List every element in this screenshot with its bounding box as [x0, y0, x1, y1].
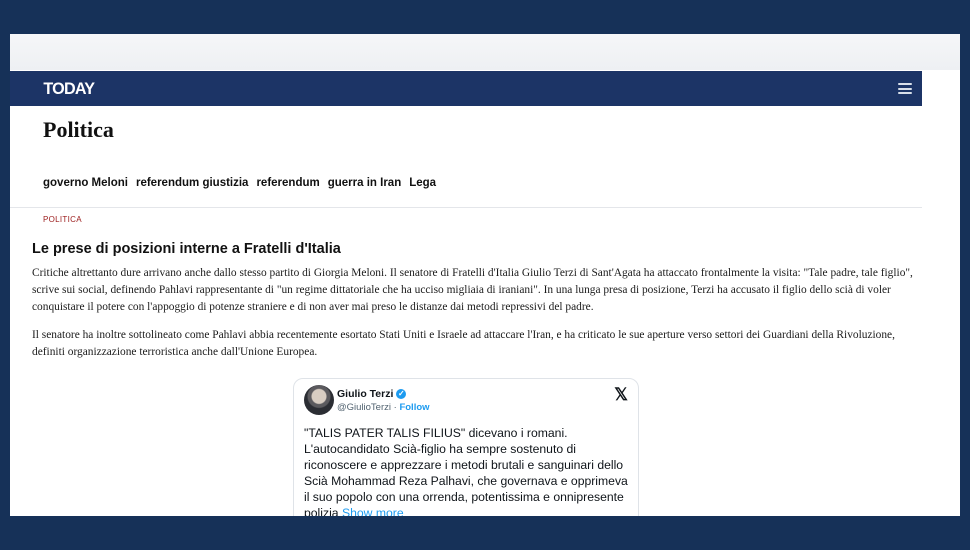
tweet-author[interactable]: Giulio Terzi ✓ — [337, 388, 407, 400]
tag-referendum-giustizia[interactable]: referendum giustizia — [136, 177, 248, 189]
divider — [10, 207, 922, 208]
verified-badge-icon: ✓ — [396, 389, 407, 399]
x-logo-icon[interactable]: 𝕏 — [614, 385, 628, 405]
topic-tags: governo Meloni referendum giustizia refe… — [43, 177, 436, 189]
site-logo[interactable]: TODAY — [43, 79, 95, 99]
tweet-body: "TALIS PATER TALIS FILIUS" dicevano i ro… — [304, 426, 628, 516]
hamburger-menu-icon[interactable] — [898, 83, 912, 94]
article-paragraph-2: Il senatore ha inoltre sottolineato come… — [32, 329, 895, 358]
article-category[interactable]: POLITICA — [43, 215, 82, 224]
tweet-handle[interactable]: @GiulioTerzi — [337, 402, 391, 413]
top-strip — [10, 34, 960, 70]
tweet-handle-row: @GiulioTerzi · Follow — [337, 402, 430, 413]
tag-governo-meloni[interactable]: governo Meloni — [43, 177, 128, 189]
browser-page: TODAY Politica governo Meloni referendum… — [10, 34, 960, 516]
show-more-link[interactable]: Show more — [342, 506, 404, 516]
tag-guerra-in-iran[interactable]: guerra in Iran — [328, 177, 402, 189]
follow-button[interactable]: Follow — [399, 402, 429, 413]
embedded-tweet[interactable]: Giulio Terzi ✓ @GiulioTerzi · Follow 𝕏 "… — [293, 378, 639, 516]
article-paragraph-1: Critiche altrettanto dure arrivano anche… — [32, 267, 913, 313]
tweet-author-name[interactable]: Giulio Terzi — [337, 388, 393, 400]
tweet-text: "TALIS PATER TALIS FILIUS" dicevano i ro… — [304, 425, 634, 516]
article-headline: Le prese di posizioni interne a Fratelli… — [32, 241, 341, 257]
section-title: Politica — [43, 117, 114, 142]
tag-referendum[interactable]: referendum — [256, 177, 319, 189]
tag-lega[interactable]: Lega — [409, 177, 436, 189]
site-header: TODAY — [10, 71, 922, 106]
avatar[interactable] — [304, 385, 334, 415]
